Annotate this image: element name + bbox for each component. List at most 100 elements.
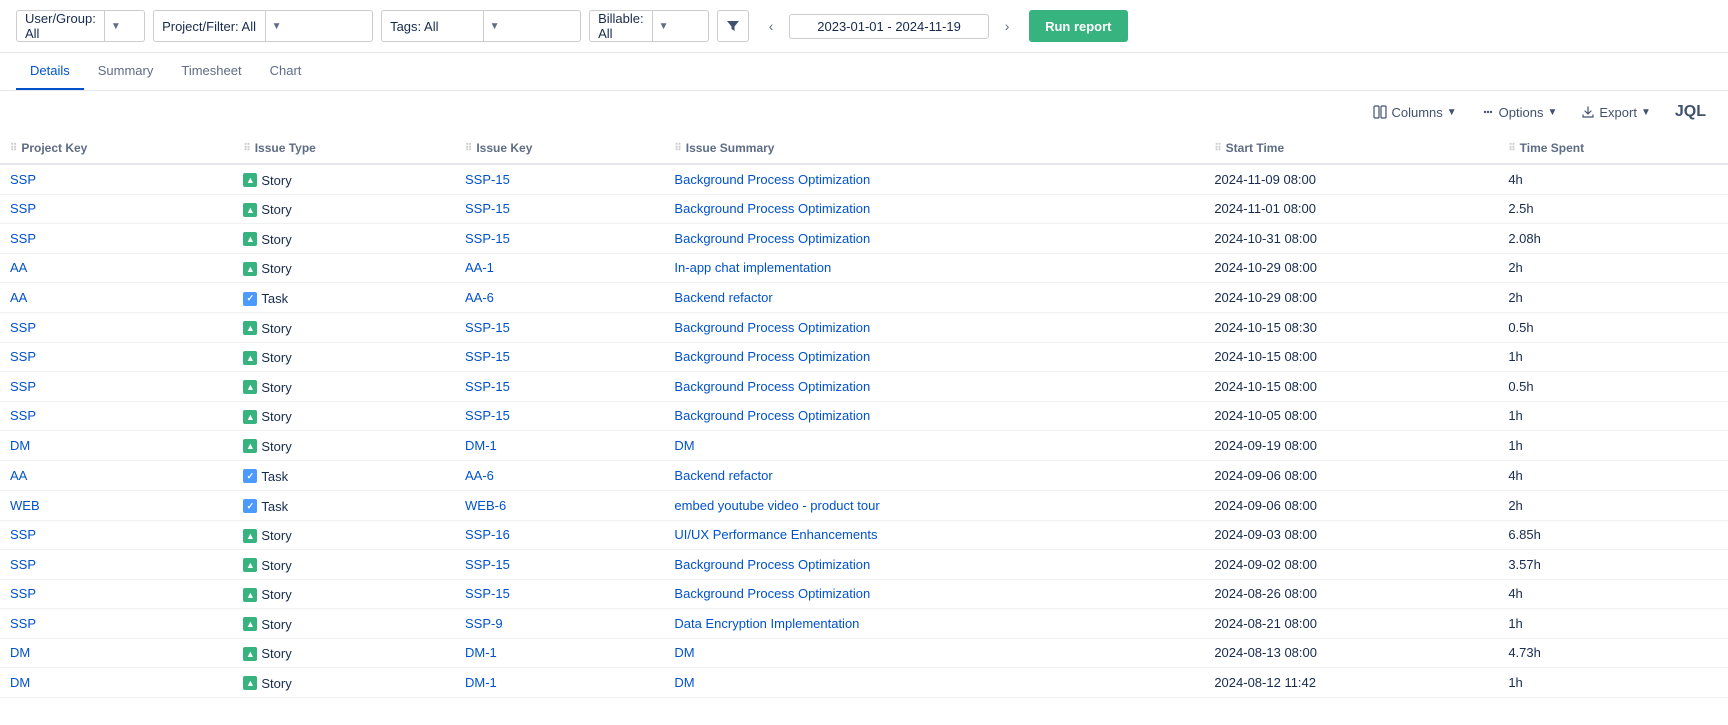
project-key-link[interactable]: SSP (10, 379, 36, 394)
date-range-display: 2023-01-01 - 2024-11-19 (789, 14, 989, 39)
issue-key-link[interactable]: SSP-15 (465, 557, 510, 572)
col-header-start-time[interactable]: ⠿ Start Time (1204, 133, 1498, 164)
options-button[interactable]: Options ▼ (1475, 101, 1564, 124)
col-header-time-spent[interactable]: ⠿ Time Spent (1498, 133, 1728, 164)
user-group-filter[interactable]: User/Group: All ▼ (16, 10, 145, 42)
project-filter[interactable]: Project/Filter: All ▼ (153, 10, 373, 42)
cell-project-key: AA (0, 460, 233, 490)
cell-project-key: SSP (0, 313, 233, 343)
cell-issue-type: ✓ Task (233, 283, 455, 313)
data-table: ⠿ Project Key ⠿ Issue Type ⠿ Issue Key (0, 133, 1728, 698)
project-key-link[interactable]: SSP (10, 408, 36, 423)
project-key-link[interactable]: AA (10, 468, 27, 483)
col-header-project-key[interactable]: ⠿ Project Key (0, 133, 233, 164)
story-icon: ▲ (243, 351, 257, 365)
billable-filter[interactable]: Billable: All ▼ (589, 10, 709, 42)
project-key-link[interactable]: SSP (10, 557, 36, 572)
issue-summary-link[interactable]: In-app chat implementation (674, 260, 831, 275)
issue-summary-link[interactable]: Background Process Optimization (674, 408, 870, 423)
data-table-container: ⠿ Project Key ⠿ Issue Type ⠿ Issue Key (0, 133, 1728, 698)
tab-details[interactable]: Details (16, 53, 84, 90)
issue-key-link[interactable]: SSP-15 (465, 201, 510, 216)
issue-summary-link[interactable]: Backend refactor (674, 290, 772, 305)
issue-type-badge: ▲ Story (243, 617, 291, 632)
project-key-link[interactable]: AA (10, 260, 27, 275)
issue-summary-link[interactable]: Background Process Optimization (674, 320, 870, 335)
issue-summary-link[interactable]: Background Process Optimization (674, 231, 870, 246)
columns-button[interactable]: Columns ▼ (1367, 101, 1462, 124)
issue-key-link[interactable]: DM-1 (465, 645, 497, 660)
cell-issue-summary: DM (664, 431, 1204, 461)
issue-key-link[interactable]: AA-6 (465, 468, 494, 483)
jql-button[interactable]: JQL (1669, 99, 1712, 125)
issue-key-link[interactable]: SSP-15 (465, 231, 510, 246)
issue-summary-link[interactable]: embed youtube video - product tour (674, 498, 879, 513)
issue-key-link[interactable]: SSP-15 (465, 408, 510, 423)
tab-chart[interactable]: Chart (256, 53, 316, 90)
issue-summary-link[interactable]: Background Process Optimization (674, 379, 870, 394)
project-key-link[interactable]: SSP (10, 320, 36, 335)
project-key-link[interactable]: SSP (10, 349, 36, 364)
next-date-button[interactable]: › (993, 12, 1021, 40)
project-key-link[interactable]: AA (10, 290, 27, 305)
issue-summary-link[interactable]: Background Process Optimization (674, 201, 870, 216)
project-key-link[interactable]: DM (10, 645, 30, 660)
table-row: SSP ▲ Story SSP-15 Background Process Op… (0, 164, 1728, 194)
issue-key-link[interactable]: DM-1 (465, 675, 497, 690)
export-button[interactable]: Export ▼ (1575, 101, 1656, 124)
col-header-issue-summary[interactable]: ⠿ Issue Summary (664, 133, 1204, 164)
project-key-link[interactable]: SSP (10, 586, 36, 601)
issue-key-link[interactable]: SSP-15 (465, 320, 510, 335)
project-key-link[interactable]: DM (10, 675, 30, 690)
cell-project-key: SSP (0, 401, 233, 431)
issue-key-link[interactable]: DM-1 (465, 438, 497, 453)
col-header-issue-type[interactable]: ⠿ Issue Type (233, 133, 455, 164)
issue-type-badge: ▲ Story (243, 232, 291, 247)
issue-summary-link[interactable]: DM (674, 645, 694, 660)
issue-type-badge: ▲ Story (243, 409, 291, 424)
issue-summary-link[interactable]: DM (674, 675, 694, 690)
table-row: AA ▲ Story AA-1 In-app chat implementati… (0, 253, 1728, 283)
issue-summary-link[interactable]: Backend refactor (674, 468, 772, 483)
filter-icon-button[interactable] (717, 10, 749, 42)
cell-issue-summary: Backend refactor (664, 283, 1204, 313)
issue-key-link[interactable]: SSP-15 (465, 379, 510, 394)
issue-key-link[interactable]: AA-6 (465, 290, 494, 305)
issue-key-link[interactable]: SSP-15 (465, 172, 510, 187)
cell-issue-type: ✓ Task (233, 460, 455, 490)
tab-summary[interactable]: Summary (84, 53, 168, 90)
project-key-link[interactable]: SSP (10, 172, 36, 187)
prev-date-button[interactable]: ‹ (757, 12, 785, 40)
issue-summary-link[interactable]: UI/UX Performance Enhancements (674, 527, 877, 542)
tab-timesheet[interactable]: Timesheet (167, 53, 255, 90)
issue-type-badge: ✓ Task (243, 499, 288, 514)
issue-type-badge: ▲ Story (243, 380, 291, 395)
issue-key-link[interactable]: SSP-15 (465, 586, 510, 601)
issue-key-link[interactable]: AA-1 (465, 260, 494, 275)
project-key-link[interactable]: WEB (10, 498, 40, 513)
tags-filter[interactable]: Tags: All ▼ (381, 10, 581, 42)
issue-summary-link[interactable]: Background Process Optimization (674, 172, 870, 187)
run-report-button[interactable]: Run report (1029, 10, 1127, 42)
time-spent-value: 1h (1508, 675, 1522, 690)
project-key-link[interactable]: DM (10, 438, 30, 453)
issue-type-badge: ▲ Story (243, 676, 291, 691)
issue-key-link[interactable]: WEB-6 (465, 498, 506, 513)
issue-summary-link[interactable]: Data Encryption Implementation (674, 616, 859, 631)
issue-key-link[interactable]: SSP-9 (465, 616, 503, 631)
cell-issue-type: ▲ Story (233, 638, 455, 668)
issue-summary-link[interactable]: Background Process Optimization (674, 557, 870, 572)
issue-summary-link[interactable]: DM (674, 438, 694, 453)
issue-summary-link[interactable]: Background Process Optimization (674, 349, 870, 364)
cell-start-time: 2024-11-09 08:00 (1204, 164, 1498, 194)
project-key-link[interactable]: SSP (10, 201, 36, 216)
project-key-link[interactable]: SSP (10, 616, 36, 631)
project-key-link[interactable]: SSP (10, 527, 36, 542)
table-row: SSP ▲ Story SSP-15 Background Process Op… (0, 313, 1728, 343)
issue-key-link[interactable]: SSP-16 (465, 527, 510, 542)
issue-key-link[interactable]: SSP-15 (465, 349, 510, 364)
project-key-link[interactable]: SSP (10, 231, 36, 246)
cell-start-time: 2024-08-26 08:00 (1204, 579, 1498, 609)
issue-summary-link[interactable]: Background Process Optimization (674, 586, 870, 601)
col-header-issue-key[interactable]: ⠿ Issue Key (455, 133, 664, 164)
